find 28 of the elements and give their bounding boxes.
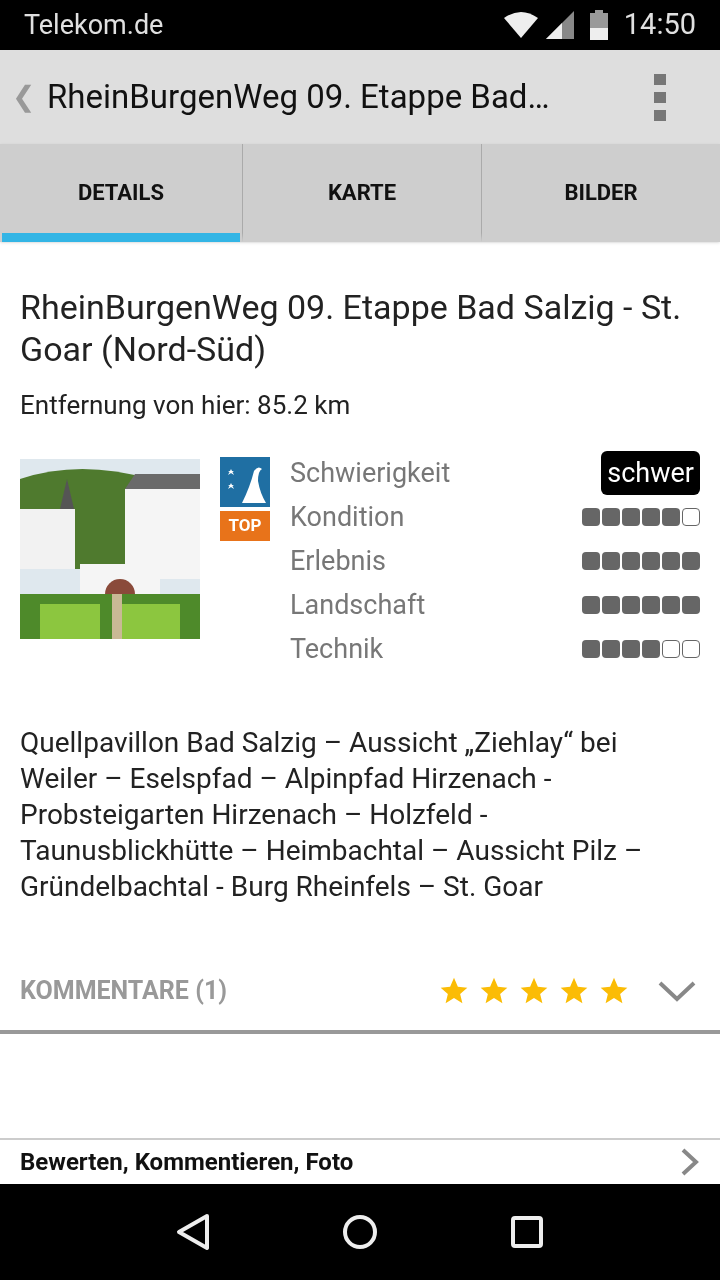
- rate-comment-photo-link[interactable]: Bewerten, Kommentieren, Foto: [20, 1144, 354, 1180]
- recents-nav-icon[interactable]: [510, 1215, 544, 1249]
- signal-icon: [545, 11, 574, 39]
- screen-title: RheinBurgenWeg 09. Etappe Bad…: [47, 76, 550, 119]
- route-description: Quellpavillon Bad Salzig – Aussicht „Ziehlay“ bei Weiler – Eselspfad – Alpinpfad Hirzenach - Probsteigarten Hirzenach – Holzfeld - Taunusblickhütte – Heimbachtal – Aussicht Pilz – Gründelbachtal - Burg Rheinfels – St. Goar: [20, 725, 644, 905]
- tab[interactable]: KARTE: [242, 144, 481, 242]
- rating-label: Erlebnis: [290, 543, 386, 579]
- clock: 14:50: [623, 6, 696, 44]
- rating-label: Kondition: [290, 499, 405, 535]
- top-badge: TOP: [220, 511, 270, 541]
- chevron-icon[interactable]: [658, 980, 696, 1002]
- rating-label: Technik: [290, 631, 384, 667]
- rating-label: Schwierigkeit: [290, 455, 451, 491]
- comments-header: KOMMENTARE (1): [20, 975, 227, 1008]
- distance-text: Entfernung von hier: 85.2 km: [20, 389, 352, 422]
- tab[interactable]: BILDER: [481, 144, 720, 242]
- home-nav-icon[interactable]: [342, 1214, 378, 1250]
- wifi-icon: [503, 12, 538, 38]
- rating-label: Landschaft: [290, 587, 426, 623]
- chevron-right-icon: [680, 1147, 700, 1177]
- trail-logo-icon: [220, 457, 270, 507]
- overflow-menu-icon[interactable]: [654, 73, 666, 121]
- difficulty-badge: schwer: [601, 451, 700, 495]
- back-nav-icon[interactable]: [176, 1213, 210, 1251]
- carrier-name: Telekom.de: [24, 7, 164, 43]
- tour-title: RheinBurgenWeg 09. Etappe Bad Salzig - St. Goar (Nord-Süd): [20, 286, 683, 370]
- tab[interactable]: DETAILS: [2, 144, 240, 242]
- battery-icon: [589, 10, 608, 40]
